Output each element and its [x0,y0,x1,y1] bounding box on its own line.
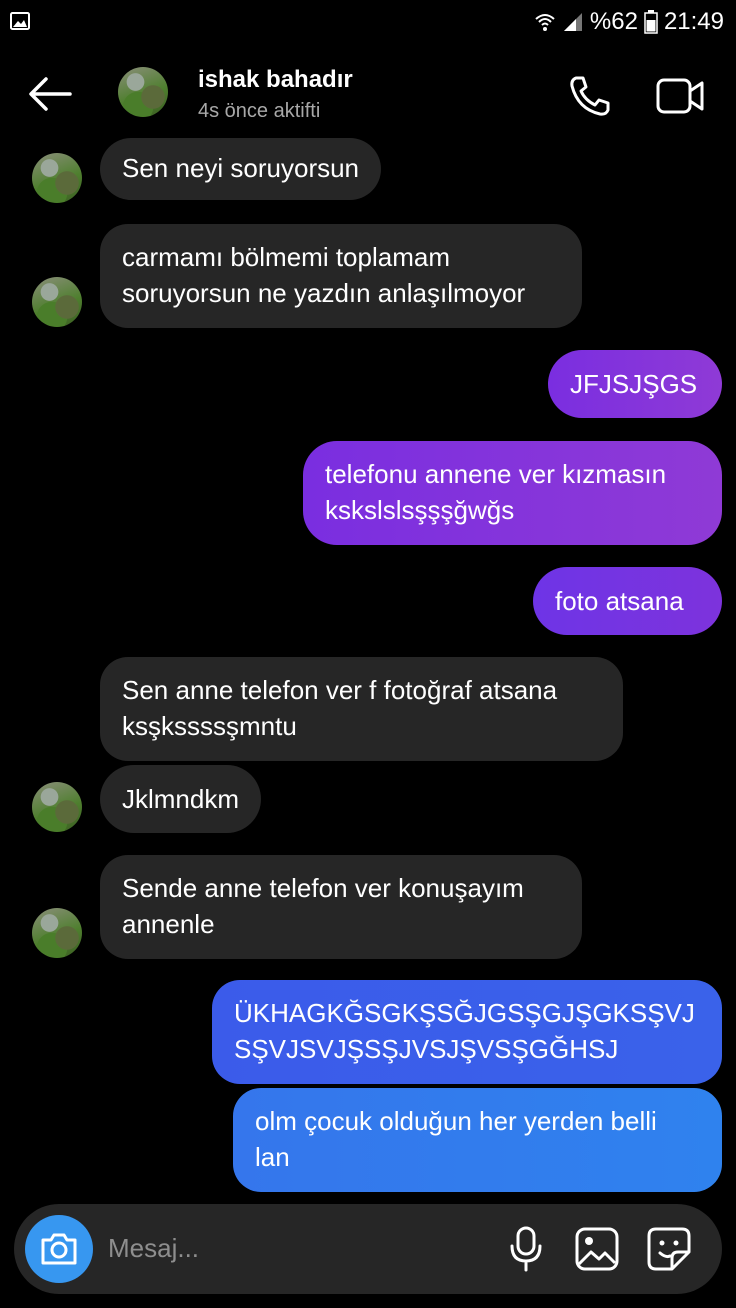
message-text: Sen neyi soruyorsun [122,153,360,183]
message-text: olm çocuk olduğun her yerden belli [255,1106,657,1136]
message-text: Jklmndkm [122,784,240,814]
battery-percent: %62 [589,8,638,35]
message-text: soruyorsun ne yazdın anlaşılmoyor [122,278,526,308]
message-bubble-outgoing[interactable]: ÜKHAGKĞSGKŞSĞJGSŞGJŞGKSŞVJ SŞVJSVJŞSŞJVS… [212,980,722,1084]
message-bubble-incoming[interactable]: Sende anne telefon ver konuşayım annenle [100,855,582,959]
status-bar: %62 21:49 [0,0,736,44]
message-bubble-outgoing[interactable]: telefonu annene ver kızmasın kskslslsşşş… [303,441,722,545]
message-text: Sen anne telefon ver f fotoğraf atsana [122,675,558,705]
contact-name[interactable]: ishak bahadır [198,66,353,94]
avatar [32,153,82,203]
message-bubble-outgoing[interactable]: olm çocuk olduğun her yerden belli lan [233,1088,722,1192]
activity-status: 4s önce aktifti [198,100,321,122]
message-text: carmamı bölmemi toplamam [122,242,450,272]
avatar [32,782,82,832]
message-bubble-outgoing[interactable]: foto atsana [533,567,722,635]
camera-icon [41,1233,77,1265]
message-bubble-incoming[interactable]: Sen neyi soruyorsun [100,138,382,200]
message-text: kskslslsşşşğwğs [325,495,515,525]
message-bubble-incoming[interactable]: Jklmndkm [100,765,262,833]
camera-button[interactable] [25,1215,93,1283]
message-composer: Mesaj... [14,1204,722,1294]
message-bubble-incoming[interactable]: Sen anne telefon ver f fotoğraf atsana k… [100,657,623,761]
message-bubble-incoming[interactable]: carmamı bölmemi toplamam soruyorsun ne y… [100,224,582,328]
video-call-icon[interactable] [654,72,706,120]
microphone-icon[interactable] [504,1226,548,1272]
battery-icon [644,10,658,34]
back-arrow-icon[interactable] [26,74,74,114]
gallery-icon[interactable] [574,1226,620,1272]
message-text: annenle [122,909,215,939]
message-text: Sende anne telefon ver konuşayım [122,873,524,903]
message-text: foto atsana [555,586,684,616]
message-text: ÜKHAGKĞSGKŞSĞJGSŞGJŞGKSŞVJ [234,998,695,1028]
signal-icon [563,13,582,31]
message-bubble-outgoing[interactable]: JFJSJŞGS [548,350,722,418]
wifi-icon [535,14,555,31]
image-icon [10,12,30,30]
message-text: lan [255,1142,290,1172]
status-right: %62 21:49 [534,8,724,36]
message-text: telefonu annene ver kızmasın [325,459,667,489]
message-text: SŞVJSVJŞSŞJVSJŞVSŞGĞHSJ [234,1034,619,1064]
clock: 21:49 [663,8,724,35]
avatar[interactable] [118,67,168,117]
message-input[interactable]: Mesaj... [108,1233,199,1264]
sticker-icon[interactable] [646,1226,692,1272]
avatar [32,277,82,327]
message-text: ksşkssssşmntu [122,711,297,741]
message-text: JFJSJŞGS [570,369,698,399]
avatar [32,908,82,958]
chat-header: ishak bahadır 4s önce aktifti [0,56,736,136]
phone-icon[interactable] [566,72,614,120]
